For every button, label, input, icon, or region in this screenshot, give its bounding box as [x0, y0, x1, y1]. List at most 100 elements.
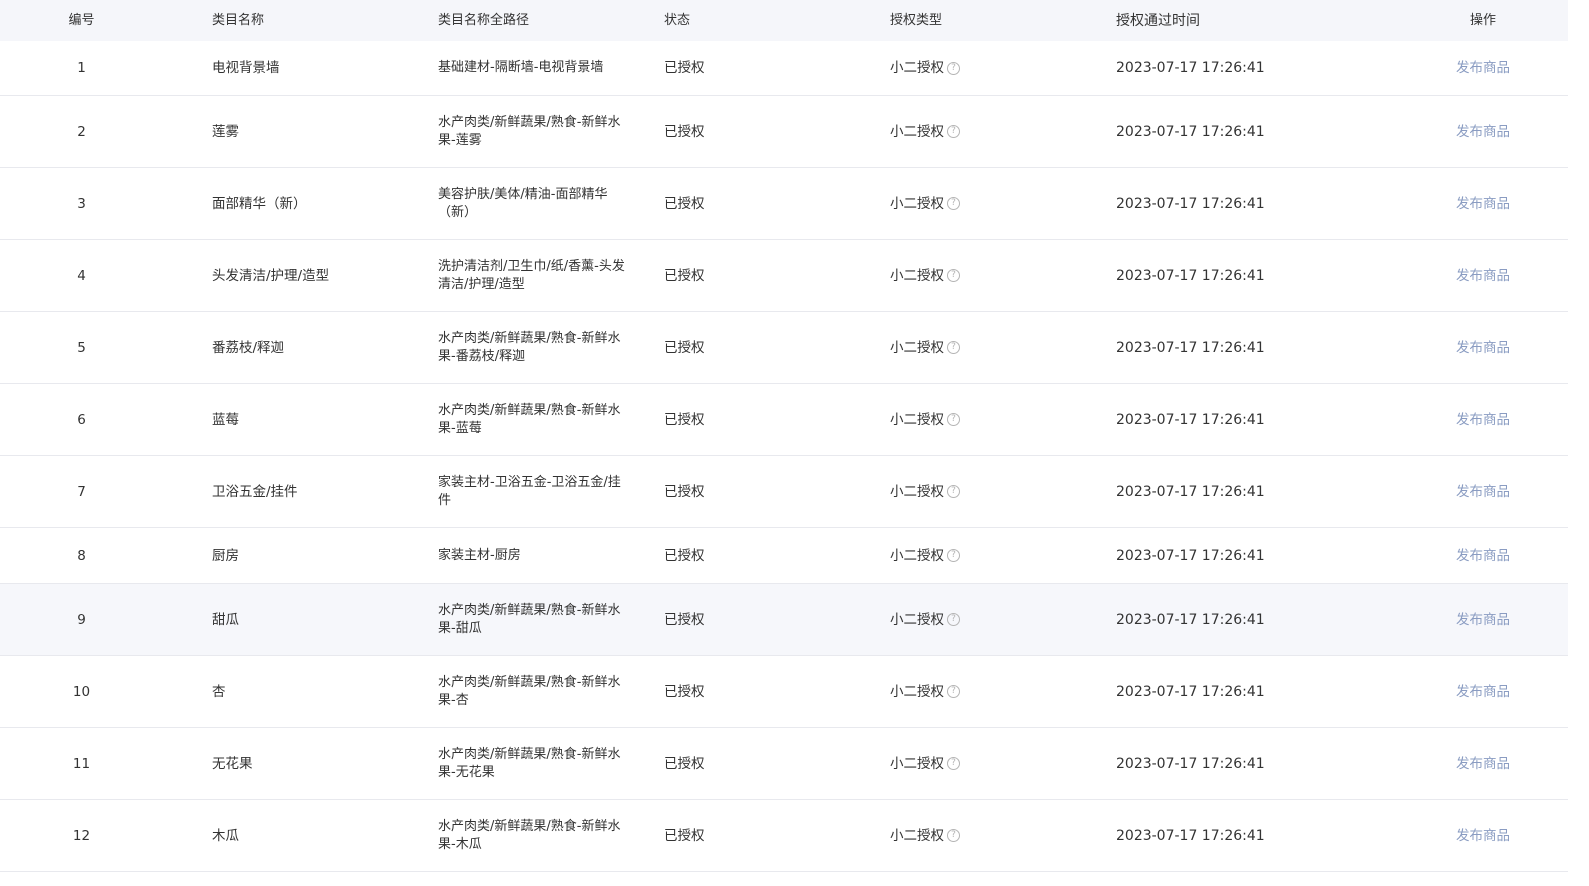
publish-product-link[interactable]: 发布商品 [1456, 548, 1510, 564]
row-auth-type-cell: 小二授权? [890, 411, 1116, 429]
publish-product-link[interactable]: 发布商品 [1456, 124, 1510, 140]
help-icon[interactable]: ? [947, 197, 960, 210]
row-status: 已授权 [664, 267, 705, 284]
row-category-path: 基础建材-隔断墙-电视背景墙 [438, 60, 604, 75]
row-no: 6 [77, 411, 86, 428]
scrollbar[interactable] [1568, 0, 1589, 886]
publish-product-link[interactable]: 发布商品 [1456, 60, 1510, 76]
help-icon[interactable]: ? [947, 549, 960, 562]
row-auth-type: 小二授权 [890, 483, 944, 500]
publish-product-link[interactable]: 发布商品 [1456, 268, 1510, 284]
row-auth-time: 2023-07-17 17:26:41 [1116, 827, 1265, 844]
row-status: 已授权 [664, 547, 705, 564]
row-auth-time: 2023-07-17 17:26:41 [1116, 755, 1265, 772]
row-category-path: 洗护清洁剂/卫生巾/纸/香薰-头发清洁/护理/造型 [438, 258, 625, 292]
table-row: 1 电视背景墙 基础建材-隔断墙-电视背景墙 已授权 小二授权? 2023-07-17 1… [0, 41, 1568, 96]
table-row: 4 头发清洁/护理/造型 洗护清洁剂/卫生巾/纸/香薰-头发清洁/护理/造型 已授权 小… [0, 240, 1568, 312]
help-icon[interactable]: ? [947, 125, 960, 138]
row-no: 2 [77, 123, 86, 140]
help-icon[interactable]: ? [947, 269, 960, 282]
table-header: 编号 类目名称 类目名称全路径 状态 授权类型 授权通过时间 操作 [0, 0, 1568, 41]
row-no: 9 [77, 611, 86, 628]
help-icon[interactable]: ? [947, 613, 960, 626]
help-icon[interactable]: ? [947, 685, 960, 698]
row-auth-time: 2023-07-17 17:26:41 [1116, 339, 1265, 356]
row-no-cell: 8 [0, 547, 212, 565]
row-category-path: 水产肉类/新鲜蔬果/熟食-新鲜水果-甜瓜 [438, 602, 621, 636]
row-auth-type: 小二授权 [890, 411, 944, 428]
row-auth-time: 2023-07-17 17:26:41 [1116, 683, 1265, 700]
row-auth-type-cell: 小二授权? [890, 611, 1116, 629]
row-no: 3 [77, 195, 86, 212]
row-no-cell: 1 [0, 59, 212, 77]
help-icon[interactable]: ? [947, 757, 960, 770]
row-status: 已授权 [664, 611, 705, 628]
row-category-path-cell: 水产肉类/新鲜蔬果/熟食-新鲜水果-番荔枝/释迦 [438, 330, 664, 366]
row-auth-type-cell: 小二授权? [890, 339, 1116, 357]
header-status: 状态 [664, 12, 691, 28]
row-action-cell: 发布商品 [1398, 611, 1568, 629]
table-row: 9 甜瓜 水产肉类/新鲜蔬果/熟食-新鲜水果-甜瓜 已授权 小二授权? 2023-07-1… [0, 584, 1568, 656]
row-status: 已授权 [664, 483, 705, 500]
row-action-cell: 发布商品 [1398, 195, 1568, 213]
row-category-path-cell: 美容护肤/美体/精油-面部精华（新） [438, 186, 664, 222]
header-no-cell: 编号 [0, 12, 212, 30]
row-auth-type-cell: 小二授权? [890, 59, 1116, 77]
publish-product-link[interactable]: 发布商品 [1456, 340, 1510, 356]
row-auth-type-cell: 小二授权? [890, 683, 1116, 701]
table-row: 3 面部精华（新） 美容护肤/美体/精油-面部精华（新） 已授权 小二授权? 2023-0… [0, 168, 1568, 240]
row-auth-time: 2023-07-17 17:26:41 [1116, 267, 1265, 284]
row-category-path: 水产肉类/新鲜蔬果/熟食-新鲜水果-木瓜 [438, 818, 621, 852]
help-icon[interactable]: ? [947, 61, 960, 75]
row-category-path-cell: 洗护清洁剂/卫生巾/纸/香薰-头发清洁/护理/造型 [438, 258, 664, 294]
header-path: 类目名称全路径 [438, 12, 530, 28]
row-category-name: 卫浴五金/挂件 [212, 483, 298, 500]
publish-product-link[interactable]: 发布商品 [1456, 684, 1510, 700]
publish-product-link[interactable]: 发布商品 [1456, 484, 1510, 500]
row-status: 已授权 [664, 827, 705, 844]
row-no: 11 [72, 755, 91, 772]
help-icon[interactable]: ? [947, 413, 960, 426]
row-no-cell: 7 [0, 483, 212, 501]
row-no-cell: 5 [0, 339, 212, 357]
row-no-cell: 9 [0, 611, 212, 629]
row-auth-type: 小二授权 [890, 755, 944, 772]
help-icon[interactable]: ? [947, 485, 960, 498]
table-row: 5 番荔枝/释迦 水产肉类/新鲜蔬果/熟食-新鲜水果-番荔枝/释迦 已授权 小二授权? 2… [0, 312, 1568, 384]
category-auth-table: 编号 类目名称 类目名称全路径 状态 授权类型 授权通过时间 操作 1 电视背景墙… [0, 0, 1568, 872]
row-category-path: 水产肉类/新鲜蔬果/熟食-新鲜水果-杏 [438, 674, 621, 708]
help-icon[interactable]: ? [947, 341, 960, 354]
row-no: 12 [72, 827, 91, 844]
row-category-path-cell: 水产肉类/新鲜蔬果/熟食-新鲜水果-木瓜 [438, 818, 664, 854]
row-category-name: 厨房 [212, 547, 239, 564]
row-action-cell: 发布商品 [1398, 547, 1568, 565]
row-auth-type-cell: 小二授权? [890, 755, 1116, 773]
row-category-path: 家装主材-厨房 [438, 547, 521, 563]
row-auth-time: 2023-07-17 17:26:41 [1116, 611, 1265, 628]
row-category-name: 杏 [212, 683, 226, 700]
row-category-path: 家装主材-卫浴五金-卫浴五金/挂件 [438, 474, 621, 508]
row-category-name: 莲雾 [212, 123, 239, 140]
header-no: 编号 [68, 12, 95, 28]
row-status: 已授权 [664, 339, 705, 356]
publish-product-link[interactable]: 发布商品 [1456, 612, 1510, 628]
row-status: 已授权 [664, 683, 705, 700]
publish-product-link[interactable]: 发布商品 [1456, 756, 1510, 772]
table-row: 6 蓝莓 水产肉类/新鲜蔬果/熟食-新鲜水果-蓝莓 已授权 小二授权? 2023-07-1… [0, 384, 1568, 456]
row-no: 10 [72, 683, 91, 700]
table-row: 2 莲雾 水产肉类/新鲜蔬果/熟食-新鲜水果-莲雾 已授权 小二授权? 2023-07-1… [0, 96, 1568, 168]
publish-product-link[interactable]: 发布商品 [1456, 196, 1510, 212]
row-auth-type: 小二授权 [890, 123, 944, 140]
row-no-cell: 11 [0, 755, 212, 773]
table-row: 8 厨房 家装主材-厨房 已授权 小二授权? 2023-07-17 17:26:41 发布商… [0, 528, 1568, 584]
row-no-cell: 4 [0, 267, 212, 285]
row-auth-type-cell: 小二授权? [890, 267, 1116, 285]
header-time: 授权通过时间 [1116, 12, 1200, 29]
help-icon[interactable]: ? [947, 829, 960, 842]
row-auth-type: 小二授权 [890, 611, 944, 628]
publish-product-link[interactable]: 发布商品 [1456, 828, 1510, 844]
row-category-path-cell: 家装主材-卫浴五金-卫浴五金/挂件 [438, 474, 664, 510]
publish-product-link[interactable]: 发布商品 [1456, 412, 1510, 428]
row-category-path: 水产肉类/新鲜蔬果/熟食-新鲜水果-莲雾 [438, 114, 621, 148]
row-status: 已授权 [664, 195, 705, 212]
